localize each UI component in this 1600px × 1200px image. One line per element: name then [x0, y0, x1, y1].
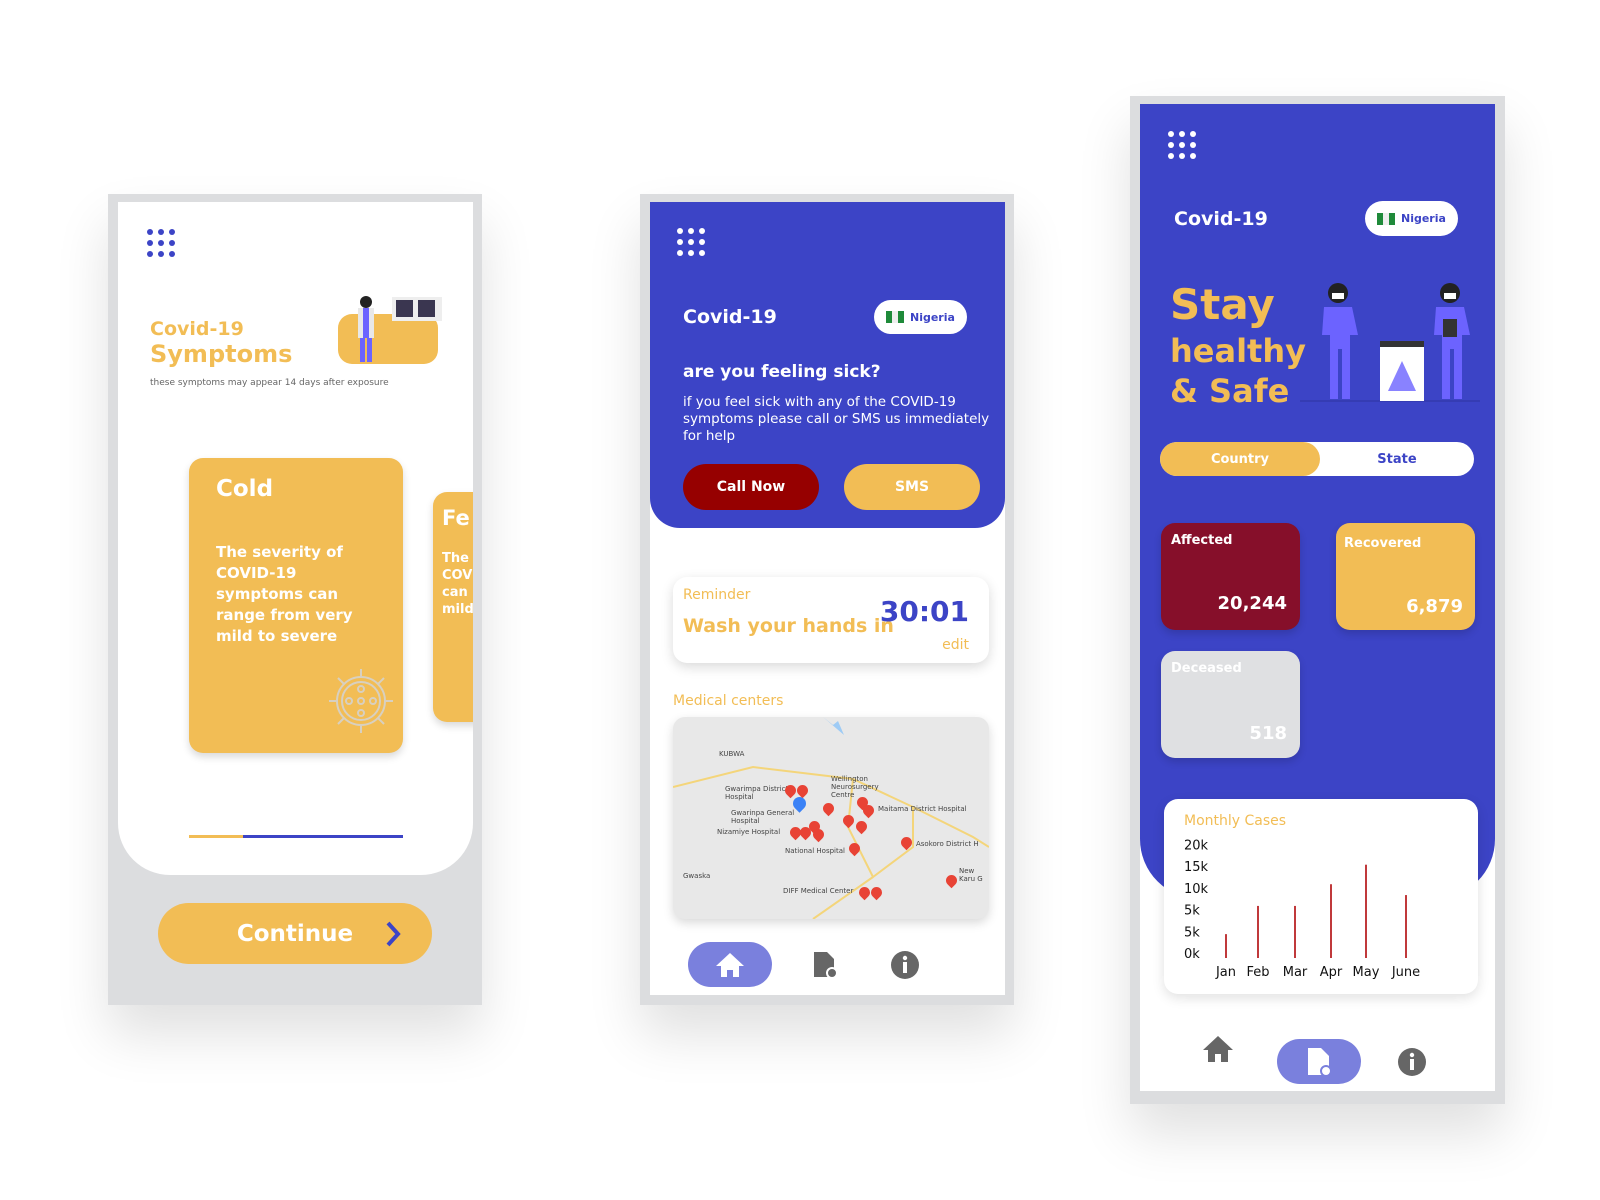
medical-centers-title: Medical centers: [673, 693, 784, 709]
x-tick-label: Jan: [1215, 965, 1236, 980]
x-tick-label: Apr: [1320, 965, 1343, 980]
stat-recovered: Recovered 6,879: [1336, 523, 1475, 630]
nav-report[interactable]: [805, 942, 845, 987]
reminder-card[interactable]: Reminder Wash your hands in 30:01 edit: [673, 577, 989, 663]
hero-line3: & Safe: [1170, 372, 1290, 410]
app-title: Covid-19: [1174, 208, 1268, 230]
map-label: Maitama District Hospital: [878, 805, 967, 813]
x-tick-label: Feb: [1246, 965, 1269, 980]
title-line2: Symptoms: [150, 340, 293, 368]
nav-report[interactable]: [1277, 1039, 1361, 1084]
info-icon: [1398, 1047, 1426, 1076]
x-tick-label: May: [1353, 965, 1380, 980]
menu-icon[interactable]: [677, 228, 705, 256]
stat-value: 518: [1249, 723, 1287, 744]
y-tick-label: 5k: [1184, 925, 1200, 940]
map-label: DIFF Medical Center: [783, 887, 854, 895]
country-label: Nigeria: [910, 310, 955, 324]
call-now-label: Call Now: [716, 479, 786, 495]
nigeria-flag-icon: [886, 311, 904, 323]
tab-country[interactable]: Country: [1160, 442, 1320, 476]
map-label: Asokoro District H: [916, 840, 979, 848]
stat-label: Affected: [1171, 533, 1233, 548]
y-tick-label: 15k: [1184, 860, 1209, 875]
app-title: Covid-19: [683, 306, 777, 328]
map-label: Nizamiye Hospital: [717, 828, 781, 836]
reminder-timer: 30:01: [879, 595, 969, 628]
card-title: Cold: [216, 476, 274, 502]
medical-centers-map[interactable]: KUBWA Gwarimpa District Hospital Wellingto…: [673, 717, 989, 919]
tab-country-label: Country: [1210, 451, 1270, 467]
message: if you feel sick with any of the COVID-1…: [683, 394, 990, 444]
symptom-card-fever[interactable]: Fe The COV can r mild: [433, 492, 473, 722]
monthly-cases-chart: 20k 15k 10k 5k 5k 0k Jan Feb Mar Apr May June: [1184, 839, 1420, 981]
nav-home[interactable]: [1198, 1026, 1238, 1071]
map-label: Gwarinpa General Hospital: [731, 809, 795, 825]
stat-label: Deceased: [1171, 661, 1242, 676]
stat-value: 20,244: [1217, 593, 1287, 614]
x-tick-label: June: [1391, 965, 1420, 980]
y-tick-label: 5k: [1184, 904, 1200, 919]
map-label: KUBWA: [719, 750, 745, 758]
stat-label: Recovered: [1344, 536, 1422, 551]
menu-icon[interactable]: [147, 229, 175, 257]
nurses-illustration: [1300, 283, 1480, 402]
menu-icon[interactable]: [1168, 131, 1196, 159]
stat-deceased: Deceased 518: [1161, 651, 1300, 758]
region-toggle: Country State: [1160, 442, 1474, 476]
reminder-text: Wash your hands in: [683, 615, 894, 637]
carousel-progress: [189, 835, 403, 838]
stat-value: 6,879: [1406, 596, 1463, 617]
card-title: Fe: [442, 506, 470, 530]
x-tick-label: Mar: [1283, 965, 1308, 980]
country-label: Nigeria: [1401, 212, 1446, 225]
info-icon: [891, 950, 919, 979]
map-label: National Hospital: [785, 847, 845, 855]
call-now-button[interactable]: Call Now: [683, 464, 819, 510]
country-selector[interactable]: Nigeria: [874, 300, 967, 334]
hero-line1: Stay: [1170, 280, 1275, 329]
map-label: Gwaska: [683, 872, 711, 880]
monthly-cases-card: Monthly Cases 20k 15k 10k 5k 5k 0k Jan Feb Mar Ap…: [1164, 799, 1478, 994]
map-label: Wellington Neurosurgery Centre: [831, 775, 879, 799]
report-icon: [814, 951, 838, 979]
hero-line2: healthy: [1170, 332, 1306, 370]
virus-icon: [329, 669, 393, 733]
nav-info[interactable]: [885, 942, 925, 987]
y-tick-label: 0k: [1184, 947, 1200, 962]
nigeria-flag-icon: [1377, 212, 1395, 225]
symptoms-screen: Covid-19 Symptoms these symptoms may app…: [118, 202, 473, 875]
map-label: New Karu G: [959, 867, 983, 883]
stats-screen: Covid-19 Nigeria Stay healthy & Safe Cou…: [1140, 104, 1495, 1091]
edit-link[interactable]: edit: [942, 637, 969, 653]
continue-button[interactable]: Continue: [158, 903, 432, 964]
nav-info[interactable]: [1392, 1039, 1432, 1084]
home-icon: [716, 952, 744, 977]
symptom-card-cold[interactable]: Cold The severity of COVID-19 symptoms c…: [189, 458, 403, 753]
chevron-right-icon: [386, 921, 401, 947]
subtitle: these symptoms may appear 14 days after …: [150, 378, 389, 388]
sms-button[interactable]: SMS: [844, 464, 980, 510]
stat-affected: Affected 20,244: [1161, 523, 1300, 630]
y-tick-label: 10k: [1184, 882, 1209, 897]
country-selector[interactable]: Nigeria: [1365, 201, 1458, 236]
continue-label: Continue: [236, 920, 354, 947]
question: are you feeling sick?: [683, 362, 881, 382]
title-line1: Covid-19: [150, 318, 244, 340]
report-icon: [1308, 1047, 1332, 1077]
y-tick-label: 20k: [1184, 839, 1209, 854]
tab-state-label: State: [1377, 451, 1417, 467]
home-screen: Covid-19 Nigeria are you feeling sick? i…: [650, 202, 1005, 995]
card-body: The severity of COVID-19 symptoms can ra…: [216, 543, 353, 645]
nav-home[interactable]: [688, 942, 772, 987]
home-icon: [1203, 1035, 1233, 1062]
tab-state[interactable]: State: [1320, 442, 1474, 476]
progress-fill: [189, 835, 243, 838]
doctor-illustration: [338, 296, 442, 364]
sms-label: SMS: [894, 479, 930, 495]
card-body: The COV can r mild: [442, 551, 473, 617]
reminder-label: Reminder: [683, 587, 751, 603]
